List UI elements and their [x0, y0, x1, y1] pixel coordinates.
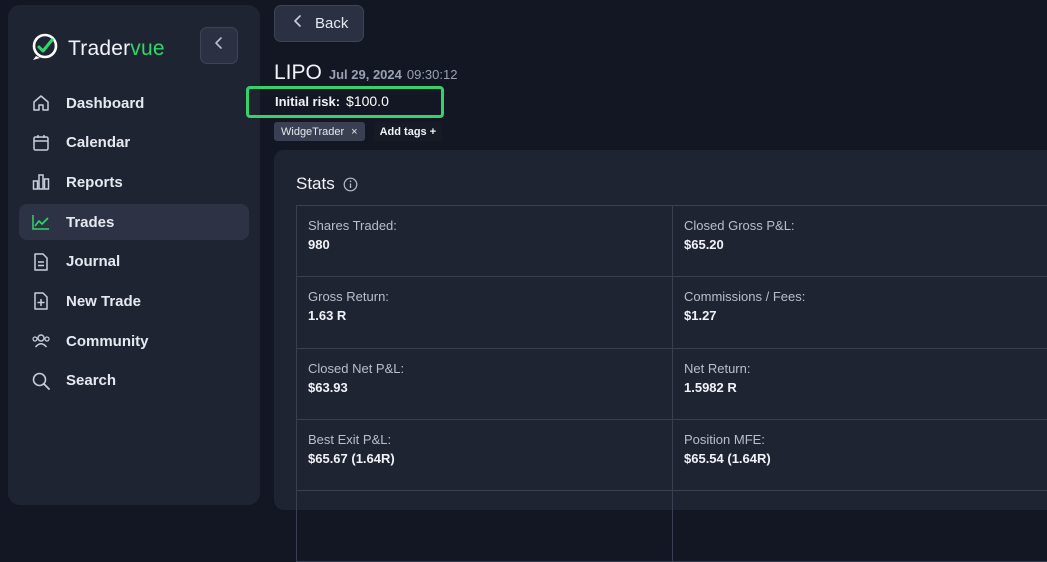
- sidebar-item-dashboard[interactable]: Dashboard: [19, 85, 249, 121]
- stat-key: Shares Traded:: [308, 218, 397, 233]
- stats-grid: Shares Traded: 980 Closed Gross P&L: $65.2…: [296, 205, 1047, 562]
- sidebar-item-calendar[interactable]: Calendar: [19, 125, 249, 161]
- sidebar-item-label: Search: [66, 372, 117, 390]
- chevron-left-icon: [213, 36, 225, 55]
- stat-cell: Closed Gross P&L: $65.20: [673, 206, 1047, 278]
- stat-key: Best Exit P&L:: [308, 431, 392, 447]
- stat-cell: [673, 491, 1047, 562]
- sidebar-item-label: Community: [66, 332, 149, 350]
- stat-key: Closed Gross P&L:: [684, 218, 795, 233]
- sidebar-item-search[interactable]: Search: [19, 363, 249, 399]
- trade-date: Jul 29, 2024: [328, 67, 402, 82]
- stat-cell: Best Exit P&L: $65.67 (1.64R): [297, 419, 673, 492]
- bar-chart-icon: [31, 172, 51, 192]
- stat-value: $65.20: [684, 237, 724, 252]
- stat-cell: Shares Traded: 980: [297, 206, 673, 278]
- search-icon: [31, 371, 51, 391]
- trade-symbol: LIPO: [274, 61, 322, 84]
- stats-header: Stats: [296, 174, 358, 194]
- stat-cell: Gross Return: 1.63 R: [297, 277, 673, 349]
- home-icon: [31, 93, 51, 113]
- file-plus-icon: [31, 291, 51, 311]
- initial-risk-input[interactable]: [346, 93, 437, 109]
- info-icon[interactable]: [343, 177, 358, 192]
- stat-value: 1.5982 R: [684, 379, 737, 395]
- stats-title: Stats: [296, 174, 335, 193]
- remove-tag-icon[interactable]: ×: [351, 126, 357, 138]
- sidebar-item-label: Journal: [66, 253, 121, 271]
- sidebar-item-label: Calendar: [66, 134, 131, 152]
- trade-time: 09:30:12: [406, 67, 458, 82]
- back-button-label: Back: [315, 15, 349, 32]
- stat-key: Closed Net P&L:: [308, 360, 405, 376]
- stat-key: Gross Return:: [308, 289, 389, 305]
- stat-value: 1.63 R: [308, 308, 347, 324]
- tags-row: WidgeTrader × Add tags +: [274, 122, 443, 141]
- back-button[interactable]: Back: [274, 5, 364, 42]
- sidebar-item-label: Reports: [66, 173, 123, 191]
- sidebar-nav: Dashboard Calendar Reports Trades Journa…: [19, 85, 249, 403]
- stat-key: Net Return:: [684, 360, 751, 376]
- trade-title: LIPO Jul 29, 2024 09:30:12: [274, 61, 457, 85]
- sidebar-item-trades[interactable]: Trades: [19, 204, 249, 241]
- logo-text: Tradervue: [68, 36, 165, 60]
- sidebar-item-label: Trades: [66, 213, 115, 231]
- stat-key: Commissions / Fees:: [684, 289, 806, 305]
- users-icon: [31, 331, 51, 351]
- chevron-left-icon: [293, 14, 303, 33]
- tradervue-logo[interactable]: Tradervue: [30, 31, 165, 66]
- sidebar-item-journal[interactable]: Journal: [19, 244, 249, 280]
- stat-cell: Position MFE: $65.54 (1.64R): [673, 420, 1047, 492]
- tag-chip[interactable]: WidgeTrader ×: [274, 122, 365, 141]
- trend-line-icon: [31, 212, 51, 232]
- stat-cell: Net Return: 1.5982 R: [673, 349, 1047, 420]
- stat-cell: Closed Net P&L: $63.93: [297, 348, 673, 420]
- initial-risk-row: Initial risk:: [275, 93, 437, 109]
- stat-value: $63.93: [308, 379, 348, 395]
- calendar-icon: [31, 133, 51, 153]
- tag-label: WidgeTrader: [281, 125, 345, 138]
- logo-mark-icon: [30, 31, 60, 66]
- add-tags-button[interactable]: Add tags +: [373, 122, 443, 141]
- sidebar-item-label: New Trade: [66, 292, 142, 310]
- stats-panel: Stats Shares Traded: 980 Closed Gross P&L…: [274, 150, 1047, 562]
- stat-cell: [297, 491, 673, 562]
- stat-value: 980: [308, 237, 330, 252]
- sidebar-item-new-trade[interactable]: New Trade: [19, 283, 249, 319]
- sidebar-item-reports[interactable]: Reports: [19, 164, 249, 200]
- stat-key: Position MFE:: [684, 431, 765, 447]
- sidebar-item-community[interactable]: Community: [19, 323, 249, 359]
- stat-value: $1.27: [684, 308, 717, 324]
- initial-risk-label: Initial risk:: [275, 93, 341, 109]
- sidebar: Tradervue Dashboard Calendar Reports Tra…: [8, 5, 260, 505]
- stat-cell: Commissions / Fees: $1.27: [673, 277, 1047, 349]
- sidebar-item-label: Dashboard: [66, 94, 145, 112]
- stat-value: $65.54 (1.64R): [684, 450, 771, 466]
- stat-value: $65.67 (1.64R): [308, 450, 395, 466]
- document-icon: [31, 252, 51, 272]
- collapse-sidebar-button[interactable]: [200, 27, 238, 64]
